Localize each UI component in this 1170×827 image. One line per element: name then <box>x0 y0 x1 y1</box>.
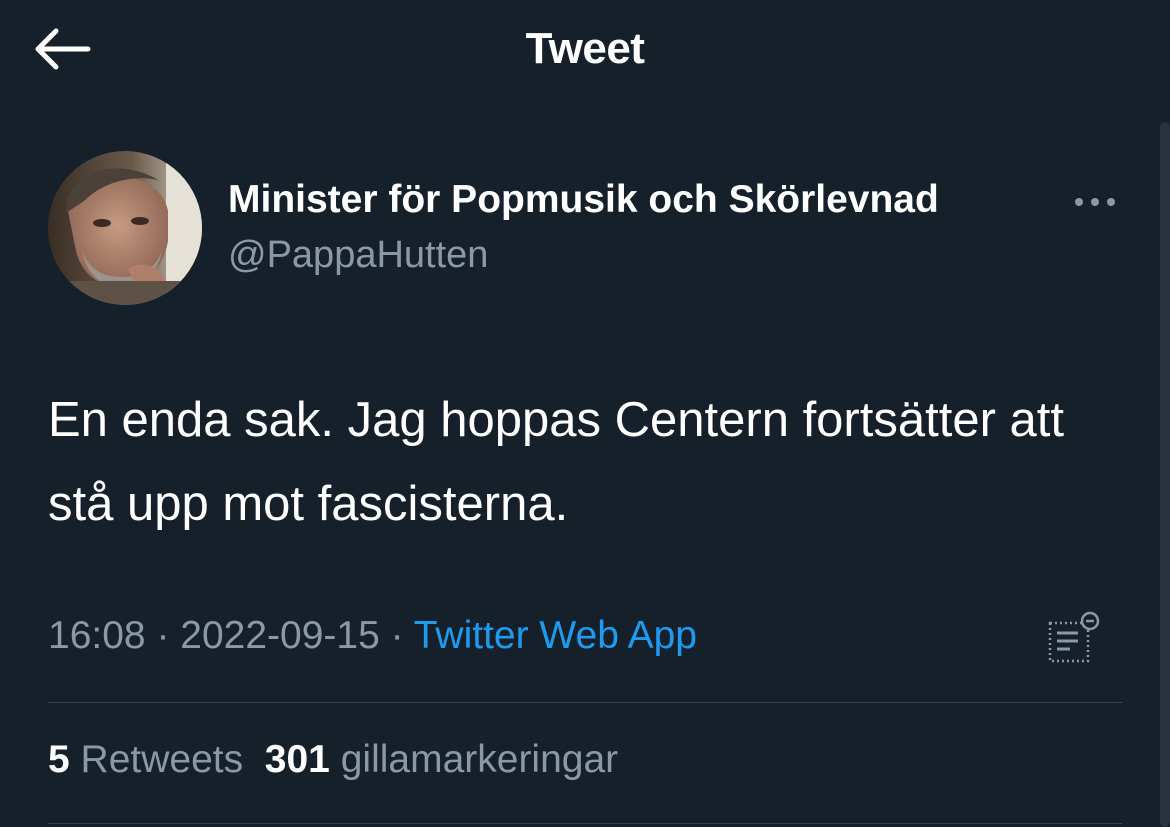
analytics-button[interactable] <box>1044 611 1102 667</box>
retweets-count: 5 <box>48 738 70 781</box>
meta-separator: · <box>145 614 181 657</box>
tweet-date[interactable]: 2022-09-15 <box>180 614 380 657</box>
more-horizontal-icon <box>1075 198 1115 206</box>
likes-stat[interactable]: 301 gillamarkeringar <box>265 738 618 781</box>
avatar[interactable] <box>48 151 202 305</box>
tweet-stats: 5 Retweets 301 gillamarkeringar <box>48 738 618 782</box>
likes-label: gillamarkeringar <box>340 738 619 781</box>
top-bar: Tweet <box>0 0 1170 100</box>
meta-separator: · <box>379 614 414 657</box>
divider <box>48 823 1122 824</box>
more-options-button[interactable] <box>1070 190 1120 214</box>
tweet-metadata: 16:08 · 2022-09-15 · Twitter Web App <box>48 614 697 658</box>
retweets-label: Retweets <box>80 738 244 781</box>
retweets-stat[interactable]: 5 Retweets <box>48 738 243 781</box>
author-display-name[interactable]: Minister för Popmusik och Skörlevnad <box>228 178 939 222</box>
likes-count: 301 <box>264 738 330 781</box>
analytics-icon <box>1048 611 1100 663</box>
author-handle[interactable]: @PappaHutten <box>228 234 488 277</box>
tweet-text: En enda sak. Jag hoppas Centern fortsätt… <box>48 393 1065 531</box>
tweet-source-link[interactable]: Twitter Web App <box>414 614 697 657</box>
scrollbar[interactable] <box>1160 122 1170 827</box>
tweet-time[interactable]: 16:08 <box>48 614 146 657</box>
divider <box>48 702 1122 703</box>
page-title: Tweet <box>525 24 645 73</box>
